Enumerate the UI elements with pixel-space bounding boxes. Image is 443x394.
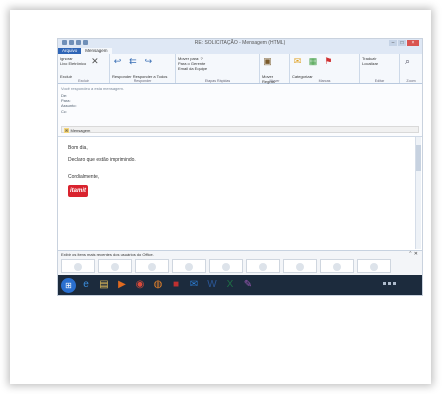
word-icon[interactable]: W xyxy=(204,277,220,293)
edit-list: Traduzir Localizar xyxy=(362,56,378,66)
cc-value[interactable] xyxy=(86,109,416,123)
ribbon: Ignorar Lixo Eletrônico ✕ Excluir Excluir… xyxy=(58,54,422,84)
excel-icon[interactable]: X xyxy=(222,277,238,293)
reply-all-icon[interactable]: ⇇ xyxy=(127,56,138,66)
group-excluir: Ignorar Lixo Eletrônico ✕ Excluir Excluir xyxy=(58,54,110,83)
person-card[interactable] xyxy=(135,259,169,273)
paint-icon[interactable]: ✎ xyxy=(240,277,256,293)
person-card[interactable] xyxy=(357,259,391,273)
subject-row: Assunto: xyxy=(61,103,86,108)
reply-icon[interactable]: ↩ xyxy=(112,56,123,66)
quick-step-team[interactable]: Email da Equipe xyxy=(178,66,207,71)
outlook-window: RE: SOLICITAÇÃO - Mensagem (HTML) – □ × … xyxy=(57,38,423,296)
people-pane-text: Exibir os itens mais recentes dos usuári… xyxy=(61,252,154,257)
taskbar: ⊞ e ▤ ▶ ◉ ◍ ■ ✉ W X ✎ xyxy=(58,275,422,295)
chrome-icon[interactable]: ◉ xyxy=(132,277,148,293)
window-title: RE: SOLICITAÇÃO - Mensagem (HTML) xyxy=(194,40,286,46)
title-bar: RE: SOLICITAÇÃO - Mensagem (HTML) – □ × xyxy=(58,39,422,48)
forward-icon[interactable]: ↪ xyxy=(143,56,154,66)
flag-icon[interactable] xyxy=(393,282,396,285)
cc-label: Cc: xyxy=(61,109,67,114)
group-label: Marcas xyxy=(318,79,331,83)
person-card[interactable] xyxy=(320,259,354,273)
greeting: Bom dia, xyxy=(68,145,88,151)
person-card[interactable] xyxy=(209,259,243,273)
person-card[interactable] xyxy=(98,259,132,273)
company-logo: itamit xyxy=(68,185,88,197)
group-editar: Traduzir Localizar Editar xyxy=(360,54,400,83)
person-card[interactable] xyxy=(283,259,317,273)
group-label: Etapas Rápidas xyxy=(204,79,231,83)
move-icon[interactable]: ▣ xyxy=(262,56,273,66)
person-card[interactable] xyxy=(61,259,95,273)
system-tray-icons xyxy=(383,282,396,285)
zoom-icon[interactable]: ⌕ xyxy=(402,56,413,66)
network-icon[interactable] xyxy=(383,282,386,285)
maximize-button[interactable]: □ xyxy=(398,40,406,46)
group-mover: ▣ Mover Regras Mover xyxy=(260,54,290,84)
group-zoom: ⌕ Zoom xyxy=(400,54,422,83)
people-pane-toggle-icon[interactable]: ⌃ ✕ xyxy=(408,251,418,257)
explorer-icon[interactable]: ▤ xyxy=(96,277,112,293)
group-label: Zoom xyxy=(406,79,416,83)
close-button[interactable]: × xyxy=(407,40,419,46)
group-responder: ↩ ⇇ ↪ Responder Responder a Todos Respon… xyxy=(110,54,176,83)
people-cards xyxy=(61,259,391,273)
message-tag[interactable]: ✉ Mensagem xyxy=(64,128,90,133)
ignore-button[interactable]: Ignorar Lixo Eletrônico xyxy=(60,56,86,66)
firefox-icon[interactable]: ◍ xyxy=(150,277,166,293)
person-card[interactable] xyxy=(172,259,206,273)
media-icon[interactable]: ▶ xyxy=(114,277,130,293)
message-body: Bom dia, Declaro que estão imprimindo. C… xyxy=(68,142,408,247)
cc-row: Cc: xyxy=(61,109,86,114)
quick-steps-list: Mover para: ? Para o Gerente Email da Eq… xyxy=(178,56,207,71)
message-header: Você respondeu a esta mensagem. De: Para… xyxy=(58,84,422,137)
app-icon[interactable]: ■ xyxy=(168,277,184,293)
categorize-icon[interactable]: ▦ xyxy=(307,56,318,66)
delete-icon[interactable]: ✕ xyxy=(89,56,100,66)
info-bar: Você respondeu a esta mensagem. xyxy=(61,86,124,91)
unread-icon[interactable]: ✉ xyxy=(292,56,303,66)
outlook-icon[interactable]: ✉ xyxy=(186,277,202,293)
start-icon[interactable]: ⊞ xyxy=(61,278,76,293)
group-label: Responder xyxy=(133,79,152,83)
group-label: Mover xyxy=(269,79,280,83)
group-label: Editar xyxy=(374,79,385,83)
window-controls: – □ × xyxy=(389,40,419,46)
minimize-button[interactable]: – xyxy=(389,40,397,46)
ie-icon[interactable]: e xyxy=(78,277,94,293)
taskbar-icons: ⊞ e ▤ ▶ ◉ ◍ ■ ✉ W X ✎ xyxy=(61,277,256,293)
scrollbar-thumb[interactable] xyxy=(416,145,421,171)
person-card[interactable] xyxy=(246,259,280,273)
volume-icon[interactable] xyxy=(388,282,391,285)
attachment-bar: ✉ Mensagem xyxy=(61,126,419,133)
group-label: Excluir xyxy=(78,79,89,83)
group-etapas-rapidas: Mover para: ? Para o Gerente Email da Eq… xyxy=(176,54,260,83)
envelope-icon: ✉ xyxy=(64,128,70,133)
flag-icon[interactable]: ⚑ xyxy=(323,56,334,66)
subject-label: Assunto: xyxy=(61,103,77,108)
find-button[interactable]: Localizar xyxy=(362,61,378,66)
vertical-scrollbar[interactable] xyxy=(415,137,421,249)
group-marcas: ✉ ▦ ⚑ Categorizar Marcas xyxy=(290,54,360,83)
body-text: Declaro que estão imprimindo. xyxy=(68,157,136,163)
signoff: Cordialmente, xyxy=(68,174,100,180)
people-pane: Exibir os itens mais recentes dos usuári… xyxy=(58,250,422,276)
